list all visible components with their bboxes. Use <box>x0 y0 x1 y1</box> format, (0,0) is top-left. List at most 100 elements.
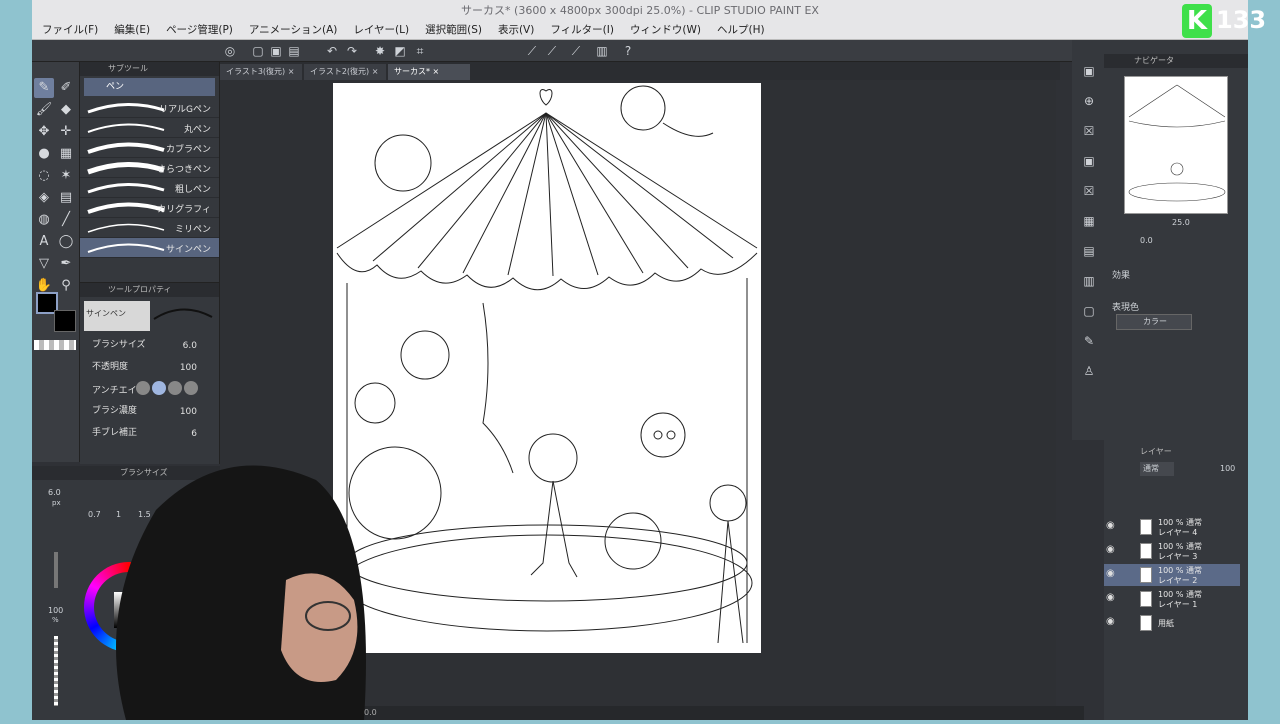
blend-tool-icon[interactable]: ● <box>34 144 54 164</box>
close-panel-icon[interactable]: ☒ <box>1080 122 1098 140</box>
antialias-medium[interactable] <box>168 381 182 395</box>
nav-zoom[interactable]: 25.0 <box>1172 218 1190 227</box>
blend-mode-select[interactable]: 通常 <box>1140 462 1174 476</box>
help-icon[interactable]: ? <box>620 43 636 59</box>
layer-row-selected[interactable]: ◉ 100 % 通常 レイヤー 2 <box>1104 564 1240 586</box>
eye-icon[interactable]: ◉ <box>1106 568 1115 579</box>
snap-special-icon[interactable]: ⟋ <box>544 43 560 59</box>
brush-tool-icon[interactable]: 🖌 <box>34 100 54 120</box>
brush-maru-pen[interactable]: 丸ペン <box>80 118 219 138</box>
figure-tool-icon[interactable]: ✒ <box>56 254 76 274</box>
clip-studio-icon[interactable]: ◎ <box>222 43 238 59</box>
brush-kabura-pen[interactable]: カブラペン <box>80 138 219 158</box>
tab-illust3[interactable]: イラスト3(復元) × <box>220 64 302 80</box>
nav-angle[interactable]: 0.0 <box>1140 236 1153 245</box>
transform-icon[interactable]: ⌗ <box>412 43 428 59</box>
sub-color-swatch[interactable] <box>54 310 76 332</box>
history-icon[interactable]: ▢ <box>1080 302 1098 320</box>
correct-line-icon[interactable]: ▽ <box>34 254 54 274</box>
new-file-icon[interactable]: ▢ <box>250 43 266 59</box>
brush-size-label: ブラシサイズ <box>92 340 146 350</box>
person-icon[interactable]: ♙ <box>1080 362 1098 380</box>
decoration-tool-icon[interactable]: ✥ <box>34 122 54 142</box>
eraser-tool-icon[interactable]: ◆ <box>56 100 76 120</box>
operation-tool-icon[interactable]: ◍ <box>34 210 54 230</box>
menu-selection[interactable]: 選択範囲(S) <box>417 22 490 37</box>
fill-tool-icon[interactable]: ◈ <box>34 188 54 208</box>
menu-filter[interactable]: フィルター(I) <box>542 22 622 37</box>
grid-icon[interactable]: ▦ <box>1080 212 1098 230</box>
edit-icon[interactable]: ✎ <box>1080 332 1098 350</box>
tab-illust2[interactable]: イラスト2(復元) × <box>304 64 386 80</box>
layer-row[interactable]: ◉ 100 % 通常 レイヤー 1 <box>1104 588 1240 610</box>
menu-animation[interactable]: アニメーション(A) <box>241 22 345 37</box>
menu-page[interactable]: ページ管理(P) <box>158 22 241 37</box>
ruler-icon[interactable]: ⟋ <box>568 43 584 59</box>
eyedropper-icon[interactable]: ⚲ <box>56 276 76 296</box>
opacity-slider[interactable] <box>54 636 58 706</box>
menu-help[interactable]: ヘルプ(H) <box>709 22 773 37</box>
search-icon[interactable]: ⊕ <box>1080 92 1098 110</box>
antialias-options[interactable] <box>136 381 198 395</box>
menu-window[interactable]: ウィンドウ(W) <box>622 22 709 37</box>
eye-icon[interactable]: ◉ <box>1106 520 1115 531</box>
settings-icon[interactable]: ▥ <box>594 43 610 59</box>
pencil-tool-icon[interactable]: ✐ <box>56 78 76 98</box>
density-value[interactable]: 100 <box>180 407 197 417</box>
snap-ruler-icon[interactable]: ⟋ <box>524 43 540 59</box>
auto-select-icon[interactable]: ✶ <box>56 166 76 186</box>
gradient-tool-icon[interactable]: ▤ <box>56 188 76 208</box>
brush-coarse-pen[interactable]: 粗しペン <box>80 178 219 198</box>
tool-property-panel: ツールプロパティ サインペン ブラシサイズ 6.0 不透明度 100 アンチエイ… <box>80 282 220 464</box>
brush-size-value[interactable]: 6.0 <box>183 341 197 351</box>
redo-icon[interactable]: ↷ <box>344 43 360 59</box>
selection-tool-icon[interactable]: ▦ <box>56 144 76 164</box>
subtool-group-pen[interactable]: ペン <box>84 78 215 96</box>
brush-sign-pen[interactable]: サインペン <box>80 238 219 258</box>
balloon-tool-icon[interactable]: ◯ <box>56 232 76 252</box>
save-icon[interactable]: ▤ <box>286 43 302 59</box>
layer-opacity[interactable]: 100 <box>1220 464 1235 473</box>
opacity-value[interactable]: 100 <box>180 363 197 373</box>
close-panel-icon-2[interactable]: ☒ <box>1080 182 1098 200</box>
eye-icon[interactable]: ◉ <box>1106 544 1115 555</box>
clear-icon[interactable]: ✸ <box>372 43 388 59</box>
tab-circus[interactable]: サーカス* × <box>388 64 470 80</box>
navigator-preview[interactable] <box>1124 76 1228 214</box>
eye-icon[interactable]: ◉ <box>1106 616 1115 627</box>
line-tool-icon[interactable]: ╱ <box>56 210 76 230</box>
brush-rough-pen[interactable]: さらつきペン <box>80 158 219 178</box>
antialias-none[interactable] <box>136 381 150 395</box>
export-icon[interactable]: ▥ <box>1080 272 1098 290</box>
lasso-tool-icon[interactable]: ◌ <box>34 166 54 186</box>
brush-calligraphy[interactable]: カリグラフィ <box>80 198 219 218</box>
menu-layer[interactable]: レイヤー(L) <box>345 22 417 37</box>
panel-icon-1[interactable]: ▣ <box>1080 62 1098 80</box>
layer-row[interactable]: ◉ 100 % 通常 レイヤー 3 <box>1104 540 1240 562</box>
stabilizer-value[interactable]: 6 <box>191 429 197 439</box>
brush-stroke-preview <box>87 243 165 253</box>
transparent-swatch[interactable] <box>34 340 76 350</box>
layer-row[interactable]: ◉ 100 % 通常 レイヤー 4 <box>1104 516 1240 538</box>
drawing-canvas[interactable] <box>333 83 761 653</box>
eye-icon[interactable]: ◉ <box>1106 592 1115 603</box>
open-icon[interactable]: ▣ <box>268 43 284 59</box>
undo-icon[interactable]: ↶ <box>324 43 340 59</box>
expr-color-select[interactable]: カラー <box>1116 314 1192 330</box>
move-tool-icon[interactable]: ✛ <box>56 122 76 142</box>
brush-real-g-pen[interactable]: リアルGペン <box>80 98 219 118</box>
text-tool-icon[interactable]: A <box>34 232 54 252</box>
brush-milli-pen[interactable]: ミリペン <box>80 218 219 238</box>
pen-tool-icon[interactable]: ✎ <box>34 78 54 98</box>
antialias-strong[interactable] <box>184 381 198 395</box>
navigator-thumbnail <box>1128 84 1226 202</box>
size-slider[interactable] <box>54 552 58 588</box>
menu-view[interactable]: 表示(V) <box>490 22 542 37</box>
antialias-weak[interactable] <box>152 381 166 395</box>
fill-icon[interactable]: ◩ <box>392 43 408 59</box>
material-icon[interactable]: ▤ <box>1080 242 1098 260</box>
camera-icon[interactable]: ▣ <box>1080 152 1098 170</box>
paper-layer-row[interactable]: ◉ 用紙 <box>1104 612 1240 634</box>
menu-edit[interactable]: 編集(E) <box>106 22 158 37</box>
menu-file[interactable]: ファイル(F) <box>32 22 106 37</box>
